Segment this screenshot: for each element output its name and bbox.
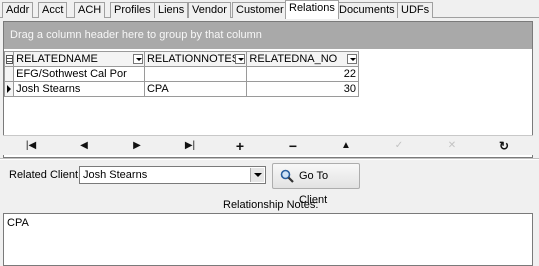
chevron-down-icon[interactable] [250,168,264,182]
column-header-relationnotes[interactable]: RELATIONNOTES [143,51,248,67]
filter-dropdown-icon[interactable] [132,54,143,64]
tab-liens[interactable]: Liens [154,2,189,18]
next-record-icon[interactable]: ▶ [125,138,149,154]
relationship-notes-label: Relationship Notes: [223,199,319,211]
tab-acct[interactable]: Acct [38,2,68,18]
last-record-icon[interactable]: ▶| [178,138,202,154]
edit-record-icon[interactable]: ▲ [334,138,358,154]
column-label: RELATIONNOTES [146,53,240,65]
cell-relatedna-no[interactable]: 22 [246,66,359,82]
cell-relatedname[interactable]: EFG/Sothwest Cal Por [13,66,145,82]
tab-documents[interactable]: Documents [335,2,399,18]
table-row[interactable]: EFG/Sothwest Cal Por 22 [3,66,359,82]
current-row-arrow-icon [7,85,11,93]
grid-header-row: RELATEDNAME RELATIONNOTES RELATEDNA_NO [3,51,359,67]
grid-options-cell[interactable] [3,51,15,67]
related-client-select[interactable]: Josh Stearns [79,166,266,184]
prior-record-icon[interactable]: ◀ [72,138,96,154]
filter-dropdown-icon[interactable] [235,54,246,64]
cell-relationnotes[interactable] [143,66,248,82]
insert-record-icon[interactable]: + [228,138,252,154]
first-record-icon[interactable]: |◀ [19,138,43,154]
table-row[interactable]: Josh Stearns CPA 30 [3,81,359,97]
group-by-area[interactable]: Drag a column header here to group by th… [4,22,532,49]
tab-vendor[interactable]: Vendor [188,2,231,18]
related-client-value: Josh Stearns [83,169,148,181]
tab-addr[interactable]: Addr [2,2,34,18]
tab-strip: Addr Acct ACH Profiles Liens Vendor Cust… [0,0,539,19]
filter-dropdown-icon[interactable] [347,54,357,64]
tab-relations[interactable]: Relations [285,0,339,19]
tab-ach[interactable]: ACH [74,2,106,18]
column-label: RELATEDNAME [16,53,98,65]
magnifier-icon [280,169,294,183]
post-record-icon[interactable]: ✓ [387,138,411,154]
tab-customer[interactable]: Customer [232,2,288,18]
cell-relationnotes[interactable]: CPA [143,81,248,97]
db-navigator: |◀ ◀ ▶ ▶| + − ▲ ✓ ✕ ↻ [3,135,533,155]
tab-profiles[interactable]: Profiles [110,2,155,18]
grid-columns-icon [6,54,13,64]
related-client-label: Related Client: [9,169,82,181]
cell-relatedname[interactable]: Josh Stearns [13,81,145,97]
column-label: RELATEDNA_NO [249,53,338,65]
tab-udfs[interactable]: UDFs [397,2,434,18]
row-indicator[interactable] [3,66,15,82]
cell-relatedna-no[interactable]: 30 [246,81,359,97]
relationship-notes-field[interactable]: CPA [3,213,533,266]
row-indicator[interactable] [3,81,15,97]
cancel-edit-icon[interactable]: ✕ [440,138,464,154]
refresh-data-icon[interactable]: ↻ [492,138,516,154]
divider [0,158,539,160]
go-to-client-button[interactable]: Go To Client [272,163,360,206]
relationship-notes-value: CPA [7,217,29,229]
relations-grid[interactable]: RELATEDNAME RELATIONNOTES RELATEDNA_NO E… [3,51,359,97]
column-header-relatedname[interactable]: RELATEDNAME [13,51,145,67]
column-header-relatedna-no[interactable]: RELATEDNA_NO [246,51,359,67]
delete-record-icon[interactable]: − [281,138,305,154]
